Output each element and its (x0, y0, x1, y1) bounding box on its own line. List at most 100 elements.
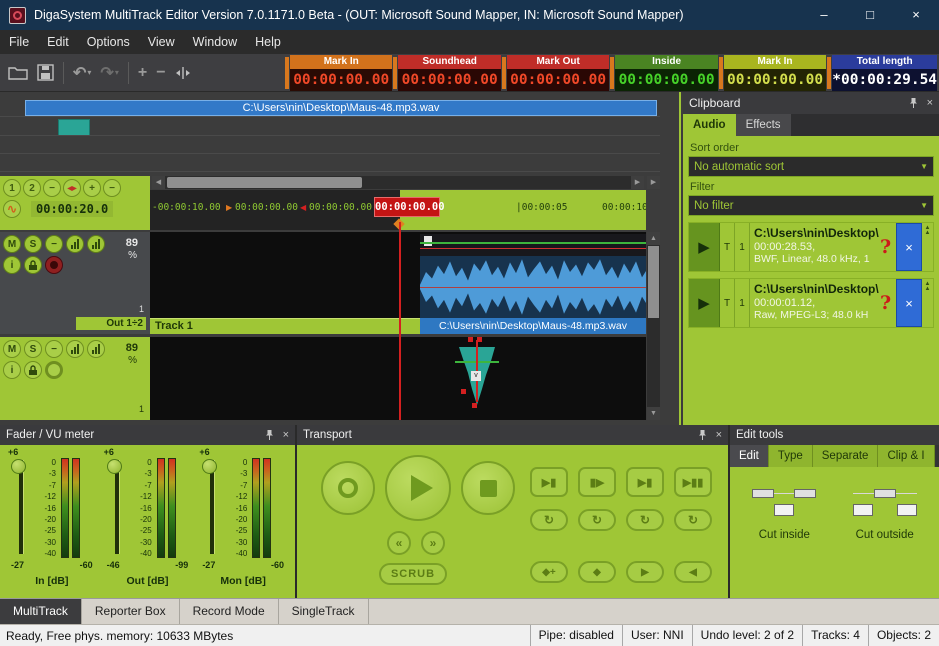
output-routing-label[interactable]: Out 1÷2 (76, 317, 146, 330)
scroll-left-icon[interactable]: ◀ (152, 176, 165, 189)
panel-splitter[interactable] (679, 92, 681, 425)
play-around-button[interactable]: ▶▮▮ (674, 467, 712, 497)
stop-button[interactable] (461, 461, 515, 515)
mark-in-marker-icon[interactable]: ▶ (226, 203, 232, 212)
overview-clip[interactable] (58, 119, 90, 136)
pin-icon[interactable] (908, 97, 919, 109)
meter-button[interactable] (66, 235, 84, 253)
menu-file[interactable]: File (0, 30, 38, 54)
menu-view[interactable]: View (139, 30, 184, 54)
timeline-hscrollbar[interactable]: ◀ ▶ (152, 176, 644, 189)
solo-button[interactable]: S (24, 340, 42, 358)
close-panel-icon[interactable]: × (283, 429, 289, 441)
clip-handle[interactable] (472, 403, 477, 408)
solo-button[interactable]: S (24, 235, 42, 253)
tab-multitrack[interactable]: MultiTrack (0, 599, 82, 624)
collapse-button[interactable]: − (45, 340, 63, 358)
mute-button[interactable]: M (3, 340, 21, 358)
tab-reporter-box[interactable]: Reporter Box (82, 599, 180, 624)
meter-2-button[interactable] (87, 340, 105, 358)
menu-help[interactable]: Help (246, 30, 290, 54)
hscroll-thumb[interactable] (167, 177, 362, 188)
snap-to-marker-icon[interactable] (175, 66, 191, 80)
play-button[interactable] (385, 455, 451, 521)
playhead-time-box[interactable]: 00:00:00.00 (374, 197, 440, 217)
track-2-lane[interactable]: v (150, 337, 646, 420)
scrub-button[interactable]: SCRUB (379, 563, 447, 585)
play-button[interactable]: ▶ (689, 279, 720, 327)
zoom-out-icon[interactable]: − (156, 64, 165, 82)
loop-button[interactable]: ↻ (674, 509, 712, 531)
tab-audio[interactable]: Audio (683, 114, 736, 136)
close-button[interactable]: × (893, 0, 939, 30)
info-button[interactable]: i (3, 361, 21, 379)
fader-handle[interactable] (11, 459, 26, 474)
tab-type[interactable]: Type (769, 445, 813, 467)
info-button[interactable]: i (3, 256, 21, 274)
tracks-vscrollbar[interactable]: ▲ ▼ (647, 232, 660, 420)
record-button[interactable] (321, 461, 375, 515)
add-marker-button[interactable]: ◆+ (530, 561, 568, 583)
save-icon[interactable] (37, 64, 54, 81)
close-panel-icon[interactable]: × (716, 429, 722, 441)
cut-outside-tool[interactable]: Cut outside (839, 485, 931, 541)
tab-record-mode[interactable]: Record Mode (180, 599, 279, 624)
timeline-minus-2-button[interactable]: − (103, 179, 121, 197)
mark-out-marker-icon[interactable]: ◀ (300, 203, 306, 212)
menu-options[interactable]: Options (78, 30, 139, 54)
audio-clip-2[interactable]: v (455, 337, 499, 417)
vscroll-thumb[interactable] (648, 246, 659, 318)
remove-item-button[interactable]: × (896, 279, 922, 327)
marker-button[interactable]: ◆ (578, 561, 616, 583)
clip-title-bar[interactable]: C:\Users\nin\Desktop\Maus-48.mp3.wav (420, 318, 646, 334)
pin-icon[interactable] (264, 429, 275, 441)
sort-order-select[interactable]: No automatic sort ▼ (688, 156, 934, 177)
record-arm-button[interactable] (45, 256, 63, 274)
clip-handle[interactable] (468, 337, 473, 342)
pan-envelope-line[interactable] (420, 248, 646, 249)
prev-marker-button[interactable]: ◀ (674, 561, 712, 583)
minimize-button[interactable]: – (801, 0, 847, 30)
menu-window[interactable]: Window (184, 30, 246, 54)
redo-icon[interactable]: ↷ ▾ (100, 63, 118, 83)
loop-button[interactable]: ↻ (626, 509, 664, 531)
mute-button[interactable]: M (3, 235, 21, 253)
marker-1-button[interactable]: 1 (3, 179, 21, 197)
collapse-item-icon[interactable]: ▲▲ (922, 279, 933, 327)
collapse-item-icon[interactable]: ▲▲ (922, 223, 933, 271)
tab-edit[interactable]: Edit (730, 445, 769, 467)
play-selection-button[interactable]: ▶▮ (626, 467, 664, 497)
open-folder-icon[interactable] (8, 65, 28, 81)
fader-slider[interactable] (104, 458, 130, 558)
volume-envelope-line[interactable] (420, 242, 646, 244)
meter-2-button[interactable] (87, 235, 105, 253)
next-marker-button[interactable]: ▶ (626, 561, 664, 583)
marker-box[interactable]: v (471, 371, 481, 381)
zoom-in-icon[interactable]: + (138, 64, 147, 82)
pin-icon[interactable] (697, 429, 708, 441)
fader-slider[interactable] (199, 458, 225, 558)
close-panel-icon[interactable]: × (927, 97, 933, 109)
play-to-mark-button[interactable]: ▶▮ (530, 467, 568, 497)
fader-handle[interactable] (107, 459, 122, 474)
play-from-mark-button[interactable]: ▮▶ (578, 467, 616, 497)
clipboard-item[interactable]: ▶ T 1 C:\Users\nin\Desktop\ 00:00:28.53,… (688, 222, 934, 272)
track-name-bar[interactable]: Track 1 (150, 318, 420, 334)
maximize-button[interactable]: □ (847, 0, 893, 30)
record-arm-button[interactable] (45, 361, 63, 379)
remove-item-button[interactable]: × (896, 223, 922, 271)
clipboard-item[interactable]: ▶ T 1 C:\Users\nin\Desktop\ 00:00:01.12,… (688, 278, 934, 328)
tab-separate[interactable]: Separate (813, 445, 879, 467)
loop-button[interactable]: ↻ (578, 509, 616, 531)
audio-clip-1[interactable] (420, 234, 646, 318)
forward-button[interactable]: » (421, 531, 445, 555)
undo-icon[interactable]: ↶ ▾ (73, 63, 91, 83)
overview-file-bar[interactable]: C:\Users\nin\Desktop\Maus-48.mp3.wav (25, 100, 657, 116)
filter-select[interactable]: No filter ▼ (688, 195, 934, 216)
tab-effects[interactable]: Effects (736, 114, 791, 136)
cut-inside-tool[interactable]: Cut inside (738, 485, 830, 541)
collapse-button[interactable]: − (45, 235, 63, 253)
lock-button[interactable] (24, 256, 42, 274)
marker-2-button[interactable]: 2 (23, 179, 41, 197)
timeline-plus-button[interactable]: + (83, 179, 101, 197)
